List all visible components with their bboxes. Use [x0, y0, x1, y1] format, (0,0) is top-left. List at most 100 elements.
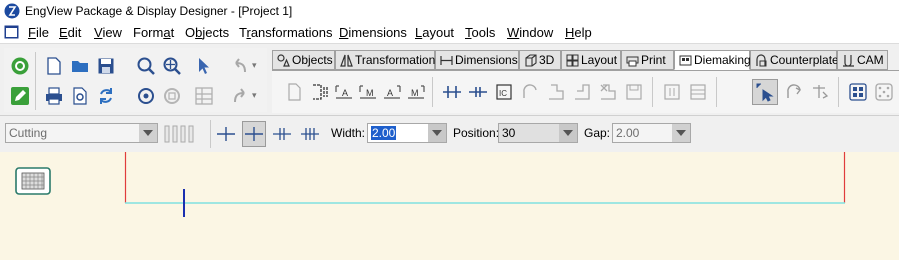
- dice-icon[interactable]: [874, 82, 894, 102]
- svg-text:IC: IC: [499, 89, 507, 98]
- engview-online-icon[interactable]: [10, 56, 30, 76]
- text-align-m2-icon[interactable]: M: [406, 82, 426, 102]
- nick-line-icon[interactable]: [442, 82, 462, 102]
- objects-icon: [277, 54, 290, 67]
- title-bar: EngView Package & Display Designer - [Pr…: [0, 0, 899, 22]
- zoom-pan-icon[interactable]: [162, 56, 182, 76]
- svg-text:M: M: [366, 88, 374, 98]
- menu-file[interactable]: File: [28, 25, 49, 40]
- grid-pattern-icon[interactable]: [848, 82, 868, 102]
- menu-transformations[interactable]: Transformations: [239, 25, 332, 40]
- menu-bar: File Edit View Format Objects Transforma…: [0, 22, 899, 43]
- cutting-line-tool-icon[interactable]: [284, 82, 304, 102]
- app-logo-icon: [4, 3, 20, 19]
- menu-format[interactable]: Format: [133, 25, 174, 40]
- menu-tools[interactable]: Tools: [465, 25, 495, 40]
- chevron-down-icon: [672, 124, 690, 142]
- standard-toolbar: ▾ ▾: [4, 48, 267, 112]
- nick-cross-icon: [245, 127, 263, 141]
- nick-position-icon[interactable]: [216, 124, 236, 144]
- grid-view-icon[interactable]: [194, 86, 214, 106]
- redo-dropdown-icon[interactable]: ▾: [252, 90, 257, 101]
- width-label: Width:: [331, 126, 366, 140]
- toolbar-area: ▾ ▾ Objects Transformations Dimensions 3…: [0, 43, 899, 116]
- new-file-icon[interactable]: [44, 56, 64, 76]
- arc-tool-icon[interactable]: [520, 82, 540, 102]
- document-icon[interactable]: [4, 25, 19, 39]
- width-input[interactable]: 2.00: [367, 123, 447, 143]
- table-tool-icon[interactable]: [688, 82, 708, 102]
- line-style-icon[interactable]: [164, 124, 204, 144]
- menu-help[interactable]: Help: [565, 25, 592, 40]
- tab-3d[interactable]: 3D: [519, 50, 561, 70]
- print-preview-icon[interactable]: [70, 86, 90, 106]
- select-node-icon: [756, 83, 774, 102]
- corner-cut-icon[interactable]: [598, 82, 618, 102]
- menu-layout[interactable]: Layout: [415, 25, 454, 40]
- tab-print[interactable]: Print: [621, 50, 674, 70]
- counterplate-icon: [756, 54, 767, 67]
- undo-dropdown-icon[interactable]: ▾: [252, 60, 257, 71]
- text-align-m-icon[interactable]: M: [358, 82, 378, 102]
- drawing-lines: [124, 152, 846, 217]
- position-label: Position:: [453, 126, 500, 140]
- ribbon-tabs: Objects Transformations Dimensions 3D La…: [272, 50, 899, 71]
- cube-icon: [525, 54, 537, 67]
- edit-pencil-icon[interactable]: [10, 86, 30, 106]
- open-folder-icon[interactable]: [70, 56, 90, 76]
- svg-text:A: A: [387, 88, 393, 98]
- tab-counterplate[interactable]: Counterplate: [750, 50, 839, 70]
- menu-dimensions[interactable]: Dimensions: [339, 25, 407, 40]
- nick-double-line-icon[interactable]: [272, 124, 292, 144]
- svg-text:A: A: [342, 88, 348, 98]
- line-type-select[interactable]: Cutting: [5, 123, 158, 143]
- zoom-fit-icon[interactable]: [136, 86, 156, 106]
- nick-mode-active[interactable]: [242, 121, 266, 147]
- line-select-icon[interactable]: [810, 82, 830, 102]
- print-icon[interactable]: [44, 86, 64, 106]
- transformations-icon: [340, 54, 353, 67]
- ic-tool-icon[interactable]: IC: [494, 82, 514, 102]
- svg-text:M: M: [411, 88, 419, 98]
- menu-objects[interactable]: Objects: [185, 25, 229, 40]
- cam-icon: [843, 55, 854, 67]
- save-die-icon[interactable]: [624, 82, 644, 102]
- drawing-canvas[interactable]: [0, 152, 899, 260]
- menu-edit[interactable]: Edit: [59, 25, 81, 40]
- text-align-a-icon[interactable]: A: [334, 82, 354, 102]
- tab-transformations[interactable]: Transformations: [335, 50, 441, 70]
- nick-double-icon[interactable]: [468, 82, 488, 102]
- corner-tool-icon[interactable]: [546, 82, 566, 102]
- save-icon[interactable]: [96, 56, 116, 76]
- undo-icon[interactable]: [230, 56, 250, 76]
- arc-select-icon[interactable]: [784, 82, 804, 102]
- diemaking-icon: [679, 55, 692, 66]
- tab-objects[interactable]: Objects: [272, 50, 335, 70]
- tab-cam[interactable]: CAM: [837, 50, 888, 70]
- refresh-icon[interactable]: [96, 86, 116, 106]
- tab-dimensions[interactable]: Dimensions: [435, 50, 519, 70]
- ic-frame-icon[interactable]: [662, 82, 682, 102]
- properties-bar: Cutting Width: 2.00 Position: 30 Gap: 2.…: [0, 115, 899, 153]
- diemaking-toolbar: A M A M IC: [272, 70, 899, 113]
- tab-layout[interactable]: Layout: [561, 50, 621, 70]
- print-tab-icon: [626, 56, 639, 67]
- bridge-tool-icon[interactable]: [310, 82, 330, 102]
- zoom-icon[interactable]: [136, 56, 156, 76]
- gap-label: Gap:: [584, 126, 611, 140]
- menu-window[interactable]: Window: [507, 25, 553, 40]
- redo-icon[interactable]: [230, 86, 250, 106]
- select-tool-active[interactable]: [752, 79, 778, 105]
- select-arrow-icon[interactable]: [194, 56, 214, 76]
- chevron-down-icon: [428, 124, 446, 142]
- tab-diemaking[interactable]: Diemaking: [674, 50, 751, 70]
- text-align-a2-icon[interactable]: A: [382, 82, 402, 102]
- nick-triple-line-icon[interactable]: [300, 124, 320, 144]
- zoom-previous-icon[interactable]: [162, 86, 182, 106]
- menu-view[interactable]: View: [94, 25, 122, 40]
- position-input[interactable]: 30: [498, 123, 578, 143]
- chevron-down-icon: [559, 124, 577, 142]
- layout-icon: [566, 54, 579, 67]
- corner-tool-2-icon[interactable]: [572, 82, 592, 102]
- gap-input[interactable]: 2.00: [612, 123, 691, 143]
